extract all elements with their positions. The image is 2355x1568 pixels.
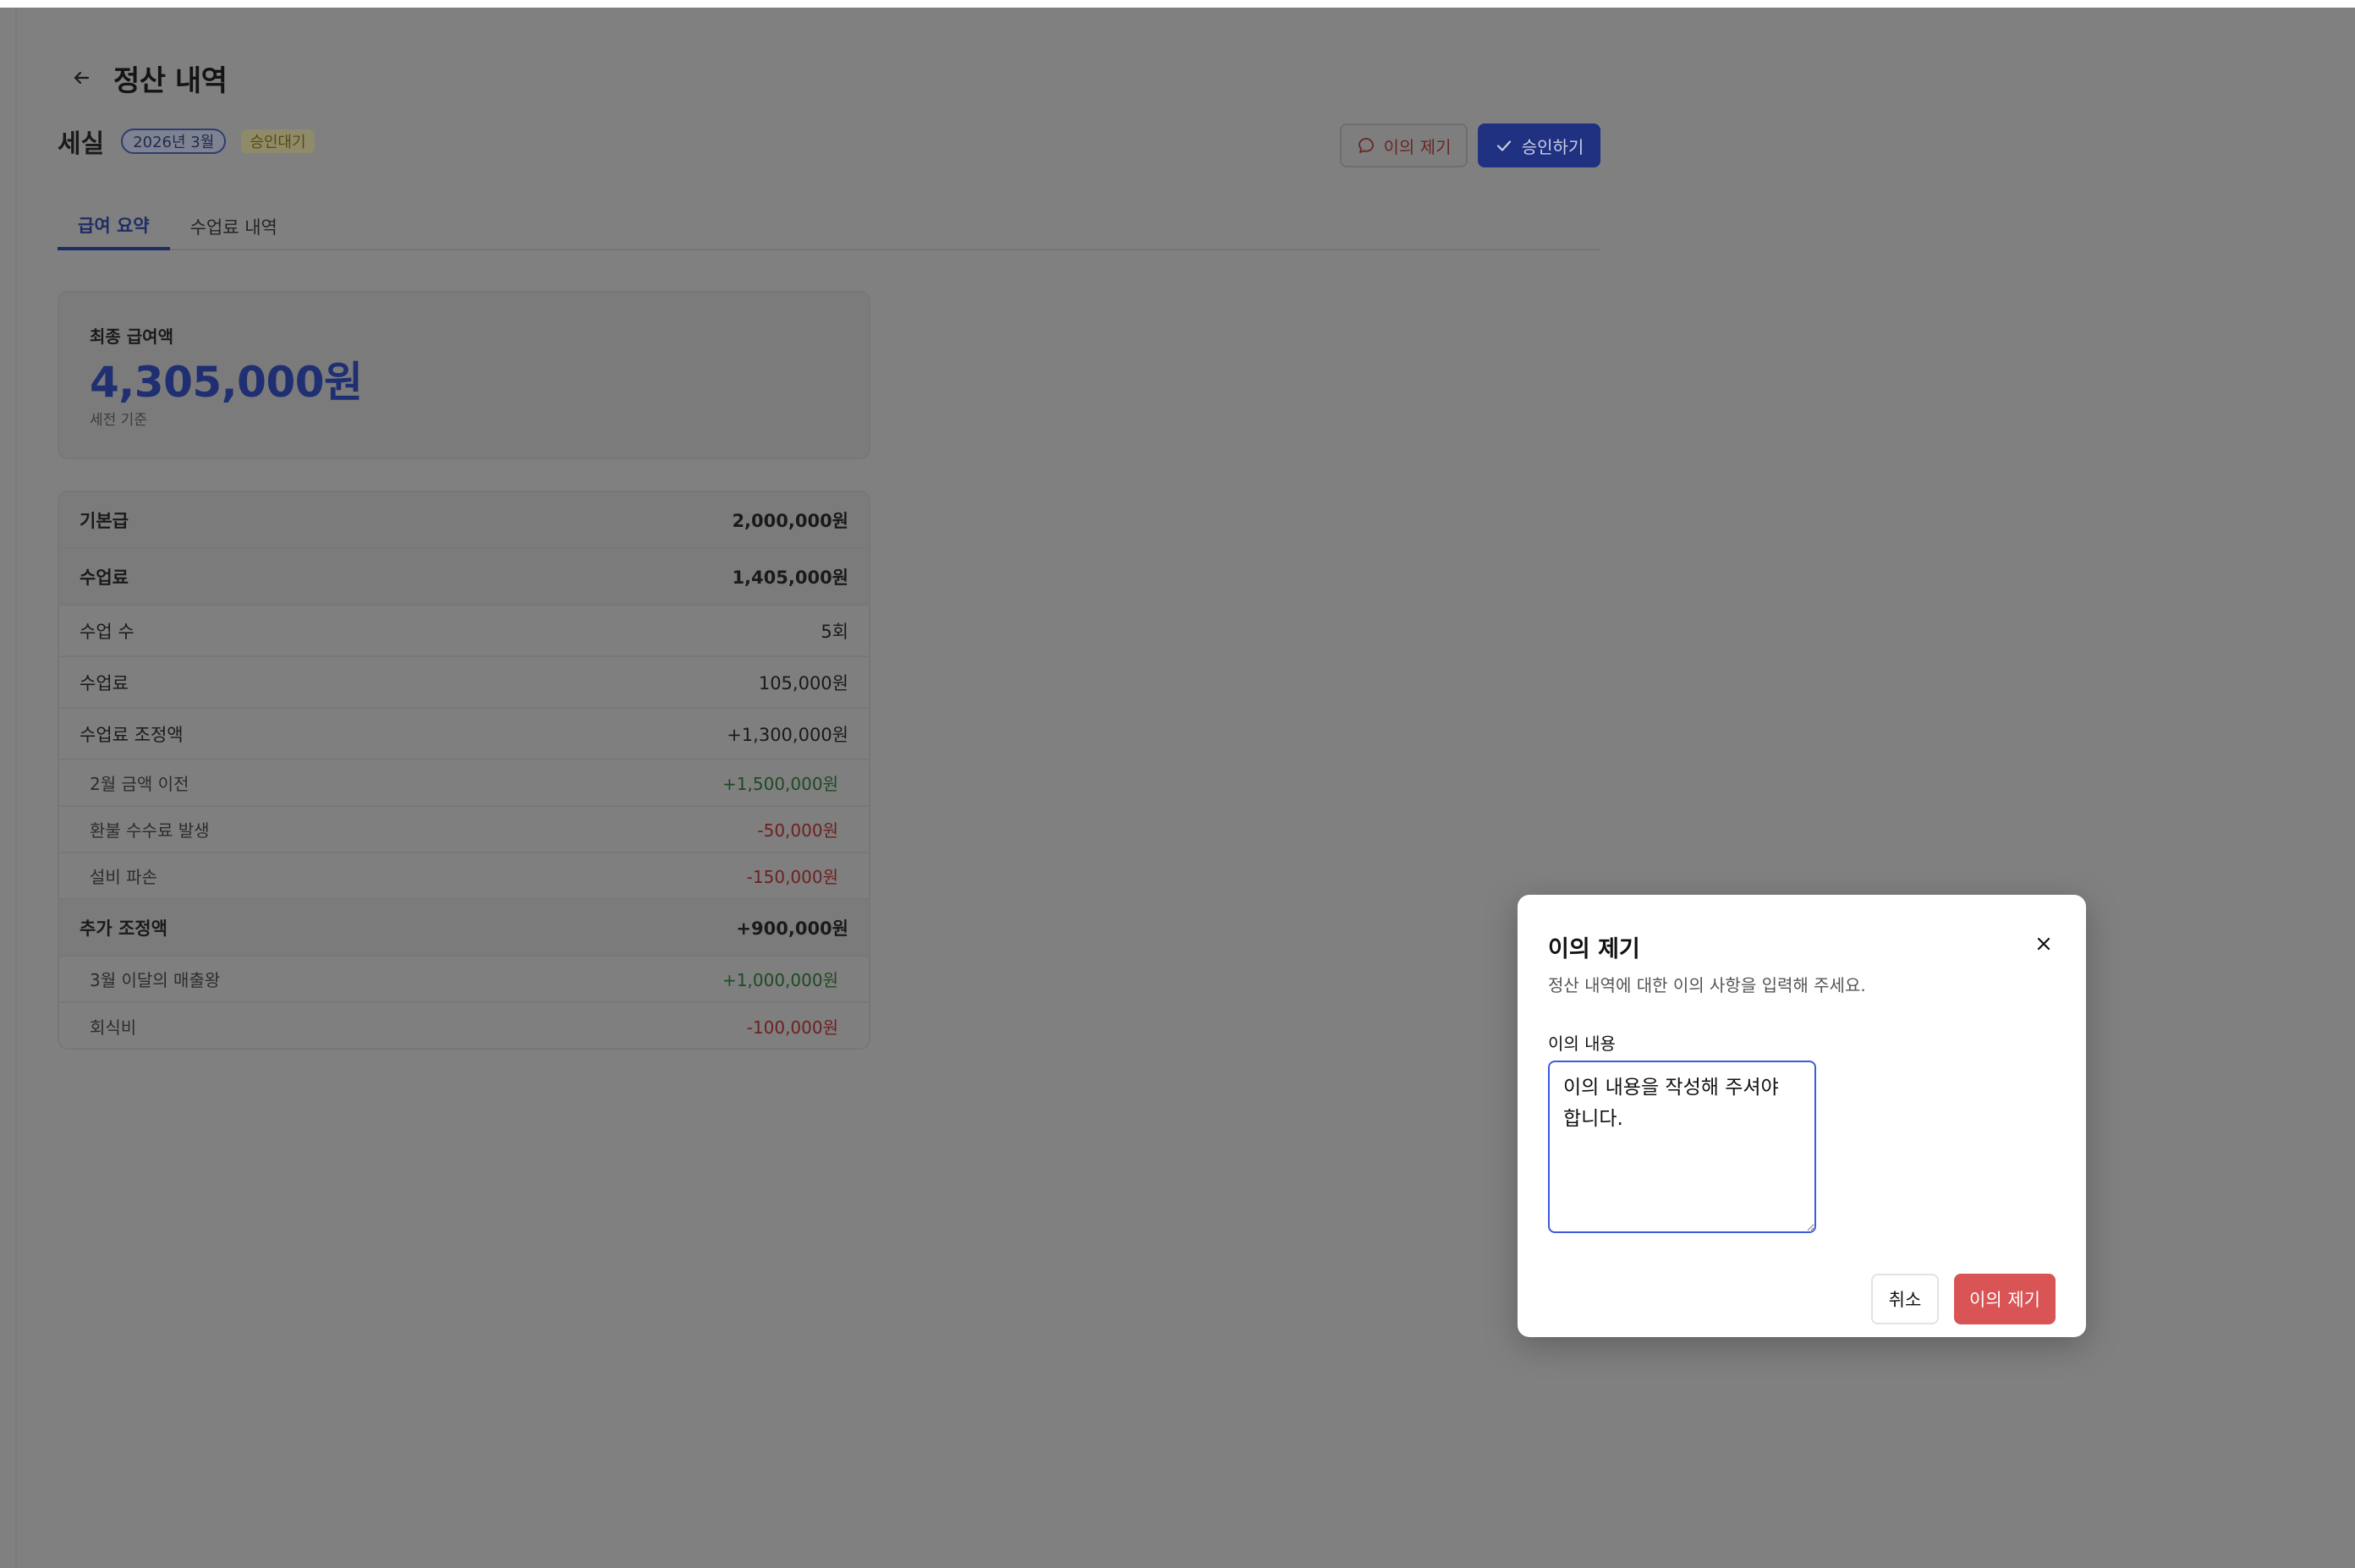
tab-tuition-history[interactable]: 수업료 내역 xyxy=(170,202,298,250)
objection-button[interactable]: 이의 제기 xyxy=(1340,123,1468,167)
arrow-left-icon xyxy=(74,71,90,85)
row-label: 추가 조정액 xyxy=(80,918,167,939)
row-label: 설비 파손 xyxy=(90,867,157,887)
close-icon xyxy=(2037,937,2050,951)
breakdown-row-tuition: 수업료 1,405,000원 xyxy=(59,549,869,606)
breakdown-row-extra-adjust: 추가 조정액 +900,000원 xyxy=(59,900,869,957)
row-label: 3월 이달의 매출왕 xyxy=(90,970,221,990)
objection-dialog: 이의 제기 정산 내역에 대한 이의 사항을 입력해 주세요. 이의 내용 취소… xyxy=(1518,895,2086,1337)
row-value: 2,000,000원 xyxy=(732,510,848,531)
row-value: +1,000,000원 xyxy=(722,970,838,990)
salary-breakdown-table: 기본급 2,000,000원 수업료 1,405,000원 수업 수 5회 수업… xyxy=(58,491,870,1050)
final-salary-amount: 4,305,000원 xyxy=(90,358,363,407)
objection-button-label: 이의 제기 xyxy=(1383,136,1452,157)
row-value: +900,000원 xyxy=(736,918,848,939)
status-badge: 승인대기 xyxy=(241,129,315,153)
breakdown-subrow: 3월 이달의 매출왕 +1,000,000원 xyxy=(59,957,869,1003)
breakdown-subrow: 회식비 -100,000원 xyxy=(59,1003,869,1048)
final-salary-label: 최종 급여액 xyxy=(90,326,173,347)
row-value: +1,500,000원 xyxy=(722,774,838,794)
page-title: 정산 내역 xyxy=(113,63,228,98)
dialog-title: 이의 제기 xyxy=(1548,936,1640,962)
close-button[interactable] xyxy=(2028,929,2059,959)
month-badge: 2026년 3월 xyxy=(121,129,227,154)
final-salary-note: 세전 기준 xyxy=(90,412,147,429)
breakdown-subrow: 2월 금액 이전 +1,500,000원 xyxy=(59,760,869,807)
back-button[interactable] xyxy=(58,54,105,101)
approve-button-label: 승인하기 xyxy=(1521,136,1584,157)
breakdown-subrow: 환불 수수료 발생 -50,000원 xyxy=(59,807,869,853)
row-value: +1,300,000원 xyxy=(727,724,848,745)
sub-header: 세실 2026년 3월 승인대기 xyxy=(58,123,315,160)
breakdown-row-tuition-fee: 수업료 105,000원 xyxy=(59,657,869,709)
page-header: 정산 내역 xyxy=(58,54,228,101)
dialog-description: 정산 내역에 대한 이의 사항을 입력해 주세요. xyxy=(1548,975,1866,995)
row-label: 2월 금액 이전 xyxy=(90,774,189,794)
breakdown-row-base-pay: 기본급 2,000,000원 xyxy=(59,492,869,549)
row-value: -100,000원 xyxy=(746,1017,838,1038)
objection-field-label: 이의 내용 xyxy=(1548,1033,1616,1054)
row-value: -150,000원 xyxy=(746,867,838,887)
submit-objection-button[interactable]: 이의 제기 xyxy=(1954,1274,2056,1324)
instructor-name: 세실 xyxy=(58,129,105,159)
breakdown-row-tuition-adjust: 수업료 조정액 +1,300,000원 xyxy=(59,709,869,760)
row-label: 수업 수 xyxy=(80,621,134,642)
tab-bar: 급여 요약 수업료 내역 xyxy=(58,202,1600,250)
final-salary-card: 최종 급여액 4,305,000원 세전 기준 xyxy=(58,291,870,459)
breakdown-row-class-count: 수업 수 5회 xyxy=(59,606,869,657)
row-value: 105,000원 xyxy=(758,672,848,694)
row-label: 수업료 xyxy=(80,672,129,694)
row-value: -50,000원 xyxy=(757,820,838,841)
cancel-button[interactable]: 취소 xyxy=(1871,1274,1939,1324)
tab-salary-summary[interactable]: 급여 요약 xyxy=(58,202,170,250)
message-icon xyxy=(1358,138,1374,153)
row-value: 1,405,000원 xyxy=(732,567,848,588)
breakdown-subrow: 설비 파손 -150,000원 xyxy=(59,853,869,900)
check-icon xyxy=(1496,140,1511,151)
approve-button[interactable]: 승인하기 xyxy=(1478,123,1600,167)
row-label: 수업료 xyxy=(80,567,129,588)
row-label: 환불 수수료 발생 xyxy=(90,820,210,841)
row-label: 기본급 xyxy=(80,510,129,531)
row-label: 수업료 조정액 xyxy=(80,724,184,745)
row-label: 회식비 xyxy=(90,1017,137,1038)
objection-textarea[interactable] xyxy=(1548,1061,1816,1233)
window-top-bar xyxy=(0,0,2355,8)
row-value: 5회 xyxy=(821,621,848,642)
